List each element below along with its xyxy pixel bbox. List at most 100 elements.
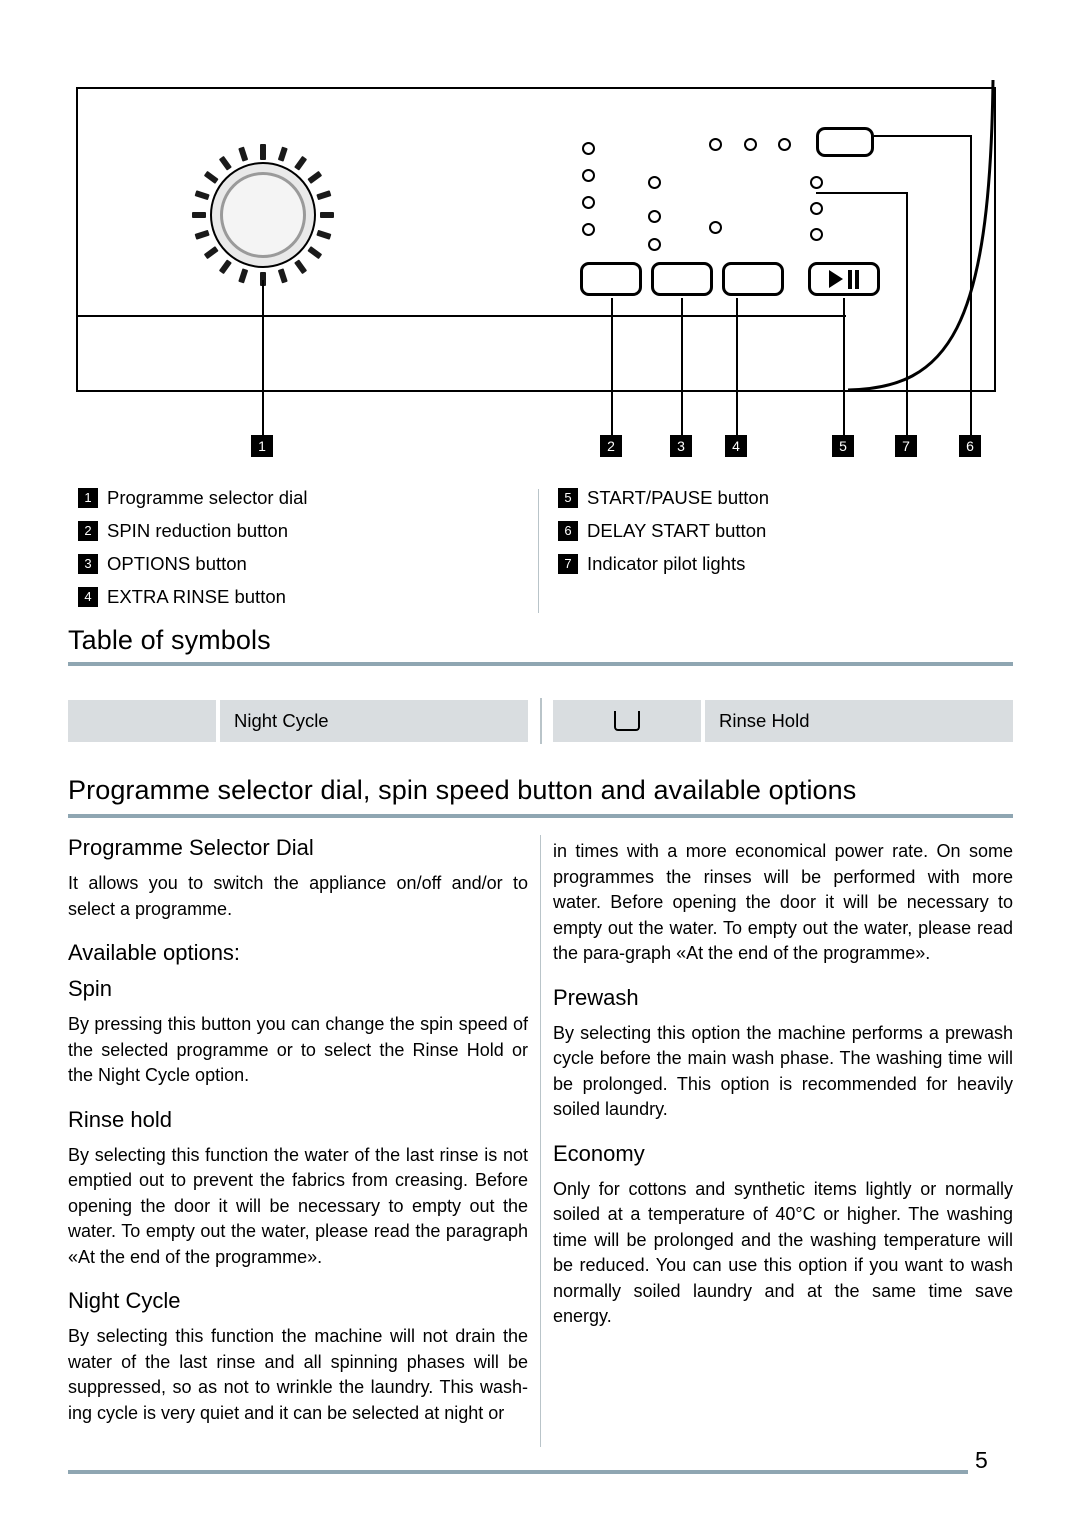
heading-rinse-hold: Rinse hold [68, 1106, 172, 1132]
legend-item: 6 DELAY START button [558, 520, 1008, 542]
column-separator [540, 835, 541, 1447]
pilot-light [648, 238, 661, 251]
options-button[interactable] [651, 262, 713, 296]
leader-line-6-h [874, 135, 972, 137]
symbols-table-divider [540, 698, 542, 744]
control-panel-figure: 1 2 3 4 5 7 6 [68, 80, 1013, 470]
leader-line-4 [736, 298, 738, 435]
legend-label: OPTIONS button [107, 553, 247, 574]
legend-label: EXTRA RINSE button [107, 586, 286, 607]
leader-line-3 [681, 298, 683, 435]
paragraph-rinse-hold: By selecting this function the water of … [68, 1144, 528, 1267]
paragraph-economy: Only for cottons and synthetic items lig… [553, 1178, 1013, 1327]
right-column: in times with a more economical power ra… [553, 835, 1013, 1346]
heading-available-options: Available options: [68, 940, 241, 965]
pilot-light [709, 221, 722, 234]
dial-knob[interactable] [220, 172, 306, 258]
control-panel-divider-line [78, 315, 846, 317]
legend-number: 5 [558, 488, 578, 508]
legend-item: 7 Indicator pilot lights [558, 553, 1008, 575]
symbols-table: Night Cycle Rinse Hold [68, 698, 1013, 744]
pilot-light [709, 138, 722, 151]
marker-4: 4 [725, 435, 747, 457]
legend-number: 3 [78, 554, 98, 574]
extra-rinse-button[interactable] [722, 262, 784, 296]
marker-2: 2 [600, 435, 622, 457]
paragraph-programme-selector-dial: It allows you to switch the appliance on… [68, 873, 528, 919]
leader-line-7-h [816, 192, 908, 194]
pilot-light [582, 169, 595, 182]
legend-right-column: 5 START/PAUSE button 6 DELAY START butto… [558, 487, 1008, 586]
legend-left-column: 1 Programme selector dial 2 SPIN reducti… [78, 487, 533, 619]
heading-night-cycle: Night Cycle [68, 1288, 181, 1313]
marker-7: 7 [895, 435, 917, 457]
legend-item: 1 Programme selector dial [78, 487, 533, 509]
leader-line-6-v [970, 135, 972, 435]
start-pause-button[interactable] [808, 262, 880, 296]
moon-icon [136, 711, 146, 731]
paragraph-spin: By pressing this button you can change t… [68, 1014, 528, 1085]
paragraph-night-cycle: By selecting this function the machine w… [68, 1326, 528, 1423]
section-title-table-of-symbols: Table of symbols [68, 625, 271, 655]
pilot-light [744, 138, 757, 151]
body-columns: Programme Selector Dial It allows you to… [68, 835, 1013, 1455]
basin-icon [614, 711, 640, 731]
legend-label: START/PAUSE button [587, 487, 769, 508]
paragraph-prewash: By selecting this option the machine per… [553, 1022, 1013, 1120]
leader-line-5 [843, 298, 845, 435]
section-rule-programme [68, 814, 1013, 818]
legend-label: SPIN reduction button [107, 520, 288, 541]
symbol-icon-cell [553, 700, 701, 742]
legend-number: 7 [558, 554, 578, 574]
heading-programme-selector-dial: Programme Selector Dial [68, 835, 314, 860]
marker-1: 1 [251, 435, 273, 457]
left-column: Programme Selector Dial It allows you to… [68, 835, 528, 1442]
pilot-light [582, 142, 595, 155]
pilot-light [778, 138, 791, 151]
symbol-row-night-cycle: Night Cycle [68, 700, 528, 742]
figure-legend: 1 Programme selector dial 2 SPIN reducti… [68, 487, 1013, 617]
pilot-light [582, 196, 595, 209]
pilot-light [810, 228, 823, 241]
leader-line-7-v [906, 192, 908, 435]
spin-reduction-button[interactable] [580, 262, 642, 296]
pilot-light [648, 176, 661, 189]
symbol-row-rinse-hold: Rinse Hold [553, 700, 1013, 742]
legend-number: 1 [78, 488, 98, 508]
page-number: 5 [975, 1447, 988, 1473]
symbol-label: Rinse Hold [705, 700, 1013, 742]
footer-rule [68, 1470, 968, 1474]
legend-separator [538, 489, 539, 613]
legend-label: Programme selector dial [107, 487, 308, 508]
heading-spin: Spin [68, 976, 113, 1001]
programme-selector-dial[interactable] [188, 140, 338, 290]
marker-5: 5 [832, 435, 854, 457]
pilot-light [810, 176, 823, 189]
legend-item: 2 SPIN reduction button [78, 520, 533, 542]
heading-economy: Economy [553, 1140, 645, 1166]
pilot-light [582, 223, 595, 236]
symbol-icon-cell [68, 700, 216, 742]
legend-item: 5 START/PAUSE button [558, 487, 1008, 509]
legend-number: 2 [78, 521, 98, 541]
legend-item: 4 EXTRA RINSE button [78, 586, 533, 608]
legend-label: Indicator pilot lights [587, 553, 746, 574]
legend-label: DELAY START button [587, 520, 767, 541]
symbol-label: Night Cycle [220, 700, 528, 742]
section-title-programme-selector: Programme selector dial, spin speed butt… [68, 775, 857, 805]
marker-6: 6 [959, 435, 981, 457]
legend-number: 4 [78, 587, 98, 607]
leader-line-2 [611, 298, 613, 435]
leader-line-1 [262, 280, 264, 435]
section-rule-top [68, 662, 1013, 666]
play-icon [829, 270, 843, 288]
pilot-light [810, 202, 823, 215]
delay-start-button[interactable] [816, 127, 874, 157]
pilot-light [648, 210, 661, 223]
marker-3: 3 [670, 435, 692, 457]
legend-number: 6 [558, 521, 578, 541]
paragraph-night-cycle-continued: in times with a more economical power ra… [553, 841, 1013, 963]
legend-item: 3 OPTIONS button [78, 553, 533, 575]
pause-icon [848, 269, 859, 289]
heading-prewash: Prewash [553, 984, 639, 1010]
